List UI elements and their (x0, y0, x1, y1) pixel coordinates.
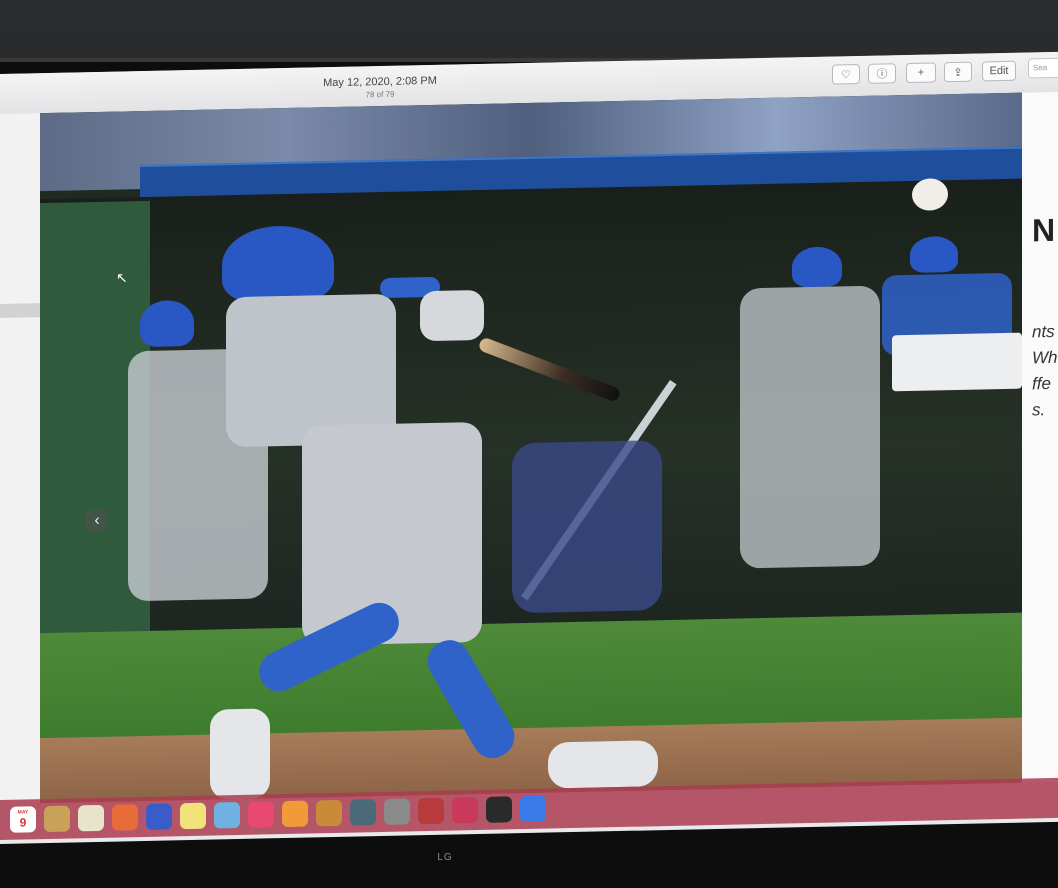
activity-monitor-icon[interactable] (486, 796, 512, 823)
photo-bg-player-helmet (140, 299, 194, 348)
previous-photo-button[interactable]: ‹ (86, 509, 108, 533)
photo-batter-helmet (222, 225, 334, 304)
notes-icon[interactable] (78, 804, 104, 832)
favorite-button[interactable]: ♡ (832, 63, 860, 85)
app-store-icon[interactable] (520, 795, 546, 823)
search-input[interactable]: Sea (1028, 57, 1058, 79)
dictionary-icon[interactable] (418, 797, 444, 825)
article-text-fragment: nts (1032, 321, 1055, 342)
mouse-pointer-icon: ↖ (116, 269, 128, 286)
info-icon: ⓘ (876, 68, 888, 81)
photo-player-helmet (910, 235, 958, 273)
time-machine-icon[interactable] (350, 799, 376, 826)
monitor-brand-logo: LG (437, 852, 453, 863)
left-pane (0, 113, 40, 805)
share-icon: ⇪ (953, 66, 963, 79)
chevron-left-icon: ‹ (94, 511, 100, 530)
photos-window: May 12, 2020, 2:08 PM 78 of 79 ♡ ⓘ + ⇪ E… (0, 51, 1058, 844)
edit-button[interactable]: Edit (982, 60, 1016, 82)
photo-batter-right-cleat (548, 740, 658, 789)
photo-coach (740, 285, 880, 569)
photo-batter-left-cleat (210, 708, 270, 800)
baseball-photo[interactable]: ‹ ↖ (40, 92, 1022, 804)
stickies-icon[interactable] (180, 802, 206, 830)
share-button[interactable]: ⇪ (944, 61, 972, 83)
garageband-icon[interactable] (316, 799, 342, 827)
add-button[interactable]: + (906, 62, 936, 84)
right-pane: N nts Wh ffe s. (1022, 91, 1058, 783)
photo-towel (892, 332, 1022, 392)
photo-booth-icon[interactable] (452, 796, 478, 824)
books-icon[interactable] (282, 800, 308, 828)
photo-coach-helmet (792, 246, 842, 288)
imovie-icon[interactable] (146, 803, 172, 830)
calendar-day: 9 (19, 815, 27, 830)
article-heading-fragment: N (1032, 211, 1056, 249)
finder-icon[interactable] (44, 805, 70, 833)
system-preferences-icon[interactable] (384, 798, 410, 825)
photo-date: May 12, 2020, 2:08 PM (323, 74, 437, 90)
info-button[interactable]: ⓘ (868, 63, 896, 84)
calendar-icon[interactable]: MAY 9 (10, 806, 36, 833)
preview-icon[interactable] (214, 801, 240, 829)
left-pane-divider (0, 303, 40, 318)
article-text-fragment: Wh (1032, 347, 1058, 368)
photo-staff-member (512, 440, 662, 614)
article-text-fragment: ffe (1032, 373, 1051, 394)
photo-counter: 78 of 79 (365, 89, 395, 100)
add-icon: + (917, 66, 925, 79)
music-icon[interactable] (248, 801, 274, 828)
heart-icon: ♡ (841, 68, 851, 81)
photos-icon[interactable] (112, 804, 138, 831)
article-text-fragment: s. (1032, 400, 1046, 420)
photo-batter-gloves (420, 289, 484, 342)
